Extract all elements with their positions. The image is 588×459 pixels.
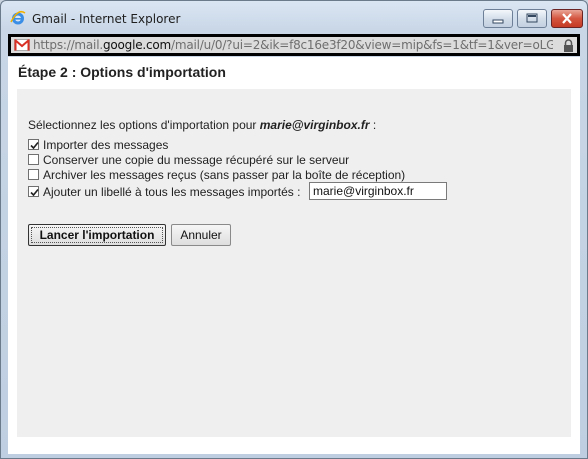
- option-keep-copy[interactable]: Conserver une copie du message récupéré …: [28, 152, 349, 167]
- import-messages-label: Importer des messages: [43, 137, 169, 152]
- intro-prefix: Sélectionnez les options d'importation p…: [28, 118, 260, 132]
- keep-copy-checkbox[interactable]: [28, 154, 39, 165]
- option-add-label[interactable]: Ajouter un libellé à tous les messages i…: [28, 184, 300, 199]
- account-email: marie@virginbox.fr: [259, 118, 370, 132]
- checkmark-icon: [30, 141, 39, 150]
- page-content: Étape 2 : Options d'importation Sélectio…: [8, 57, 580, 454]
- close-icon: [562, 13, 572, 24]
- maximize-button[interactable]: [517, 9, 547, 28]
- title-bar[interactable]: Gmail - Internet Explorer: [1, 1, 587, 35]
- lock-icon[interactable]: [563, 39, 574, 52]
- archive-label: Archiver les messages reçus (sans passer…: [43, 167, 406, 182]
- address-bar[interactable]: https://mail.google.com/mail/u/0/?ui=2&i…: [8, 34, 580, 56]
- url-prefix: https://mail.: [33, 38, 103, 52]
- browser-window: Gmail - Internet Explorer https://mail.g…: [0, 0, 588, 459]
- url-host: google.com: [102, 38, 172, 52]
- option-import-messages[interactable]: Importer des messages: [28, 137, 168, 152]
- cancel-button[interactable]: Annuler: [171, 224, 231, 246]
- import-options-panel: Sélectionnez les options d'importation p…: [17, 89, 571, 437]
- gmail-icon: [14, 39, 30, 51]
- checkmark-icon: [30, 188, 39, 197]
- minimize-button[interactable]: [483, 9, 513, 28]
- start-import-button[interactable]: Lancer l'importation: [28, 224, 166, 246]
- minimize-icon: [492, 19, 504, 24]
- internet-explorer-icon: [10, 10, 26, 25]
- import-messages-checkbox[interactable]: [28, 139, 39, 150]
- page-title: Étape 2 : Options d'importation: [18, 64, 226, 80]
- intro-suffix: :: [369, 118, 377, 132]
- option-archive[interactable]: Archiver les messages reçus (sans passer…: [28, 167, 405, 182]
- label-name-input[interactable]: [309, 182, 447, 200]
- add-label-label: Ajouter un libellé à tous les messages i…: [43, 184, 301, 199]
- add-label-checkbox[interactable]: [28, 186, 39, 197]
- window-title: Gmail - Internet Explorer: [32, 12, 181, 26]
- url-text[interactable]: https://mail.google.com/mail/u/0/?ui=2&i…: [33, 38, 553, 52]
- archive-checkbox[interactable]: [28, 169, 39, 180]
- url-path: /mail/u/0/?ui=2&ik=f8c16e3f20&view=mip&f…: [171, 38, 553, 52]
- intro-text: Sélectionnez les options d'importation p…: [28, 118, 376, 132]
- close-button[interactable]: [551, 9, 583, 28]
- maximize-icon: [526, 13, 538, 23]
- keep-copy-label: Conserver une copie du message récupéré …: [43, 152, 350, 167]
